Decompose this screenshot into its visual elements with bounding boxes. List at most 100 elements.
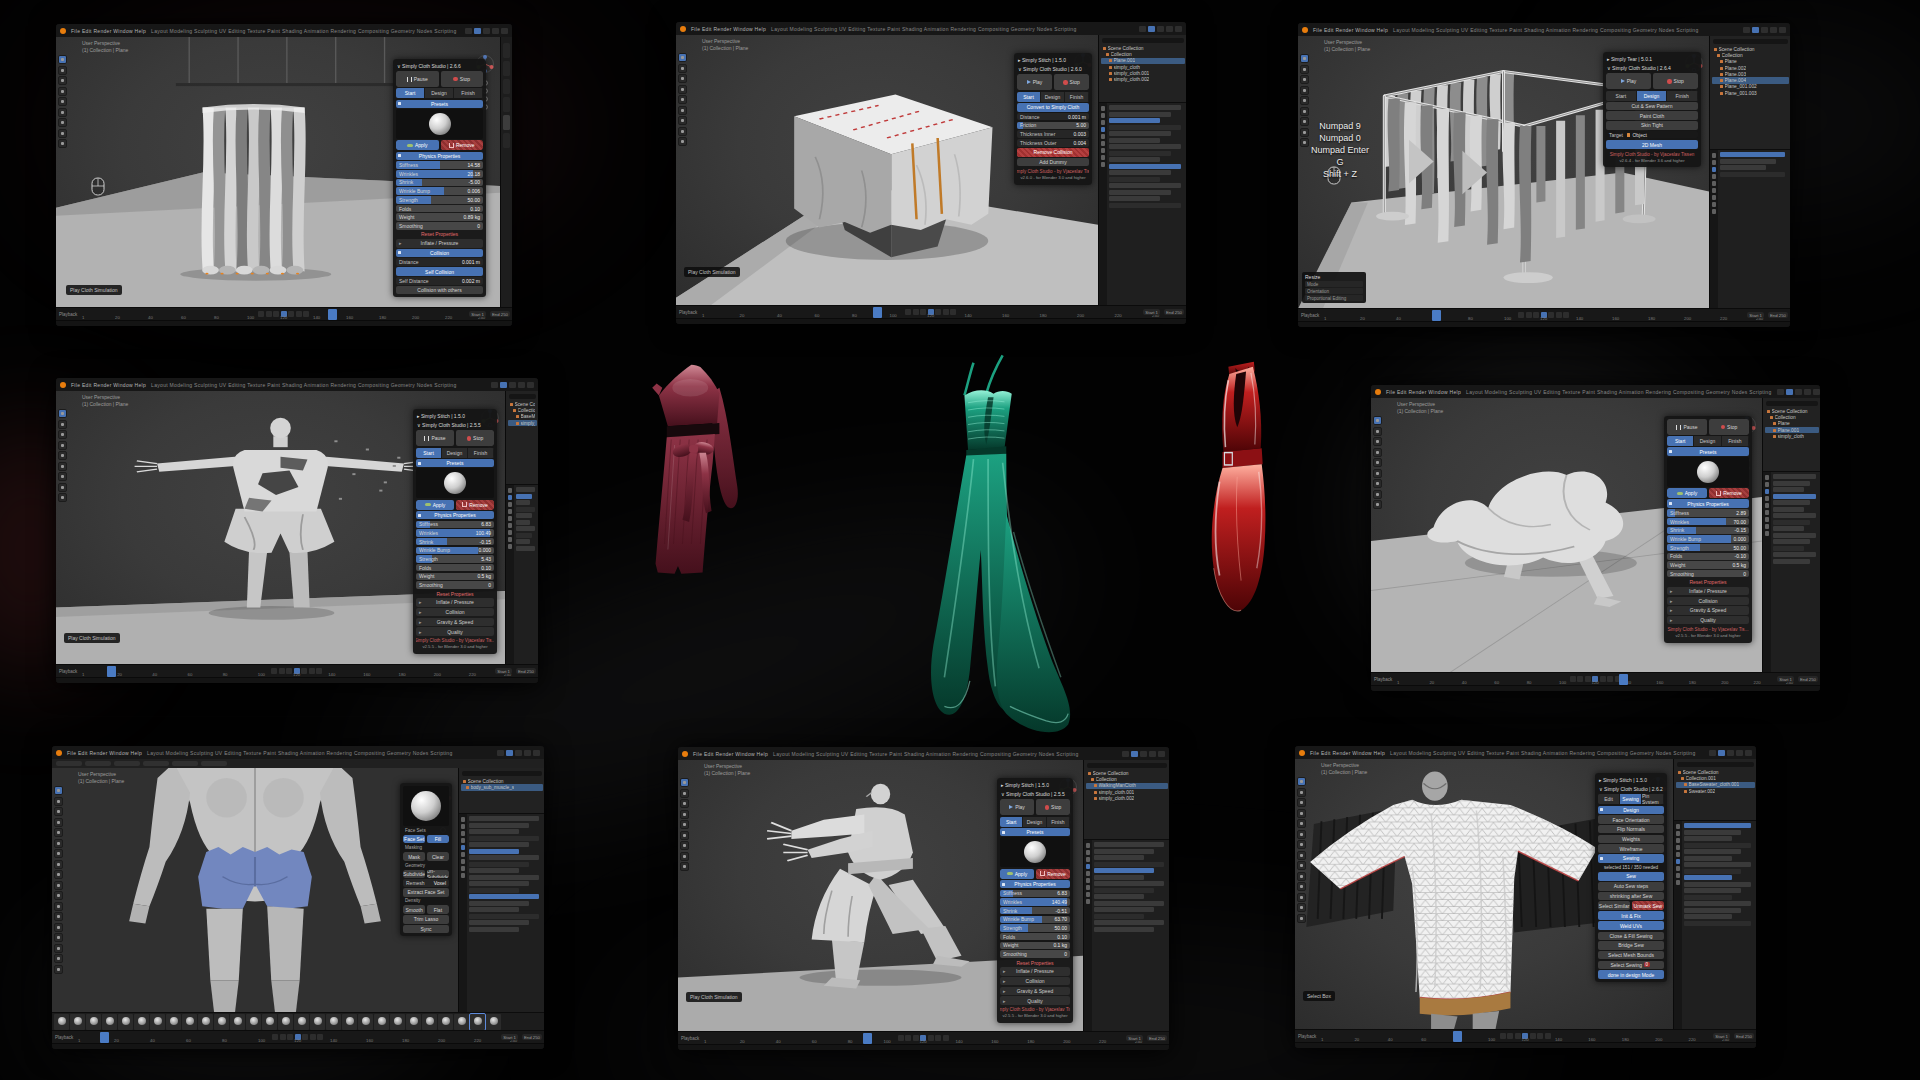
- property-row[interactable]: [1109, 190, 1171, 195]
- end-frame[interactable]: End 250: [1768, 312, 1788, 318]
- play-button[interactable]: Play: [1606, 73, 1651, 89]
- brush-thumbnail[interactable]: [102, 1014, 117, 1030]
- tool-button[interactable]: [58, 472, 67, 481]
- properties-tab-icon[interactable]: [1101, 162, 1106, 167]
- outliner-item[interactable]: Collection: [1086, 776, 1168, 782]
- transport-button[interactable]: [296, 311, 302, 317]
- section-gravity-speed[interactable]: ▸Gravity & Speed: [1667, 606, 1749, 615]
- transport-button[interactable]: [1607, 676, 1613, 682]
- tool-button[interactable]: [680, 820, 689, 829]
- tab-start[interactable]: Start: [416, 448, 442, 458]
- tab-edit[interactable]: Edit: [1598, 794, 1620, 804]
- start-frame[interactable]: Start 1: [1713, 1033, 1730, 1039]
- tool-button[interactable]: [678, 116, 687, 125]
- playhead[interactable]: [873, 307, 882, 318]
- tab-design[interactable]: Design: [425, 88, 454, 98]
- tool-button[interactable]: [1297, 777, 1306, 786]
- property-row[interactable]: [1773, 520, 1810, 525]
- property-row[interactable]: [469, 875, 539, 880]
- property-row[interactable]: [1109, 177, 1160, 182]
- playhead[interactable]: [1432, 310, 1441, 321]
- slider-wrinkle-bump[interactable]: Wrinkle Bump0.000: [416, 547, 494, 555]
- header-icon[interactable]: [1813, 389, 1820, 395]
- header-icon[interactable]: [1736, 750, 1743, 756]
- properties-tab-icon[interactable]: [1765, 517, 1770, 522]
- tool-button[interactable]: [1297, 882, 1306, 891]
- transport-button[interactable]: [905, 309, 911, 315]
- brush-thumbnail[interactable]: [326, 1014, 341, 1030]
- transport-button[interactable]: [920, 309, 926, 315]
- property-row[interactable]: [1094, 849, 1154, 854]
- workspace-tabs[interactable]: Layout Modeling Sculpting UV Editing Tex…: [147, 750, 452, 756]
- section-header-collision[interactable]: Collision: [396, 249, 483, 258]
- button-auto-sew-steps[interactable]: Auto Sew steps: [1598, 882, 1664, 891]
- button-smooth[interactable]: Smooth: [403, 905, 425, 914]
- section-collision[interactable]: ▸Collision: [416, 608, 494, 617]
- tool-button[interactable]: [58, 108, 67, 117]
- button-trim-lasso[interactable]: Trim Lasso: [403, 915, 449, 924]
- property-row[interactable]: [1094, 875, 1144, 880]
- tool-button[interactable]: [58, 430, 67, 439]
- tool-button[interactable]: [1297, 809, 1306, 818]
- apply-button[interactable]: Apply: [1667, 488, 1707, 498]
- property-row[interactable]: [1773, 500, 1810, 505]
- tab-design[interactable]: Design: [1694, 436, 1721, 446]
- properties-tab-icon[interactable]: [508, 509, 513, 514]
- stop-button[interactable]: Stop: [1709, 419, 1749, 435]
- tool-button[interactable]: [678, 127, 687, 136]
- section-header-presets[interactable]: Presets: [1667, 447, 1749, 456]
- operator-row[interactable]: Orientation: [1305, 288, 1363, 294]
- slider-wrinkle-bump[interactable]: Wrinkle Bump0.006: [396, 187, 483, 195]
- property-row[interactable]: [1684, 914, 1732, 919]
- slider-wrinkles[interactable]: Wrinkles70.00: [1667, 518, 1749, 526]
- slider-shrink[interactable]: Shrink-5.00: [396, 179, 483, 187]
- button-face-set[interactable]: Face Set: [403, 835, 425, 844]
- workspace-tabs[interactable]: Layout Modeling Sculpting UV Editing Tex…: [151, 382, 456, 388]
- tool-button[interactable]: [58, 87, 67, 96]
- brush-thumbnail[interactable]: [422, 1014, 437, 1030]
- outliner-item[interactable]: WalkingManCloth: [1086, 783, 1168, 789]
- header-icon[interactable]: [1786, 389, 1793, 395]
- header-icon[interactable]: [1745, 750, 1752, 756]
- header-icon[interactable]: [533, 750, 540, 756]
- property-row[interactable]: [1684, 869, 1741, 874]
- property-row[interactable]: [1684, 862, 1751, 867]
- tool-setting-chip[interactable]: [172, 761, 198, 766]
- properties-tab-icon[interactable]: [461, 859, 466, 864]
- reset-properties[interactable]: Reset Properties: [396, 231, 483, 238]
- property-row[interactable]: [1773, 507, 1804, 512]
- tool-button[interactable]: [58, 420, 67, 429]
- property-row[interactable]: [1684, 888, 1741, 893]
- slider-weight[interactable]: Weight0.5 kg: [416, 573, 494, 581]
- outliner-item[interactable]: Plane: [1712, 59, 1789, 65]
- tool-button[interactable]: [58, 97, 67, 106]
- property-row[interactable]: [1684, 882, 1751, 887]
- properties-tab-icon[interactable]: [1712, 181, 1717, 186]
- property-row[interactable]: [1720, 152, 1785, 157]
- header-icon[interactable]: [1131, 751, 1138, 757]
- apply-button[interactable]: Apply: [1000, 869, 1034, 879]
- outliner-item[interactable]: Plane: [1765, 421, 1819, 427]
- property-row[interactable]: [469, 907, 519, 912]
- properties-tab-icon[interactable]: [1086, 864, 1091, 869]
- tool-button[interactable]: [58, 66, 67, 75]
- property-row[interactable]: [1109, 164, 1181, 169]
- property-row[interactable]: [1684, 823, 1751, 828]
- property-row[interactable]: [1109, 196, 1160, 201]
- button-subdivide[interactable]: Subdivide: [403, 870, 425, 879]
- property-row[interactable]: [1773, 539, 1810, 544]
- transport-button[interactable]: [271, 668, 277, 674]
- properties-tab-icon[interactable]: [508, 516, 513, 521]
- properties-tab-icon[interactable]: [1086, 871, 1091, 876]
- transport-button[interactable]: [1500, 1033, 1506, 1039]
- tool-button[interactable]: [680, 841, 689, 850]
- sidebar-tab[interactable]: [503, 61, 510, 76]
- tool-button[interactable]: [1297, 819, 1306, 828]
- property-row[interactable]: [516, 526, 535, 531]
- brush-thumbnail[interactable]: [358, 1014, 373, 1030]
- properties-tab-icon[interactable]: [1712, 209, 1717, 214]
- slider-shrink[interactable]: Shrink-0.51: [1000, 907, 1070, 915]
- button-sync[interactable]: Sync: [403, 925, 449, 934]
- properties-tab-icon[interactable]: [1676, 845, 1681, 850]
- property-row[interactable]: [1720, 159, 1776, 164]
